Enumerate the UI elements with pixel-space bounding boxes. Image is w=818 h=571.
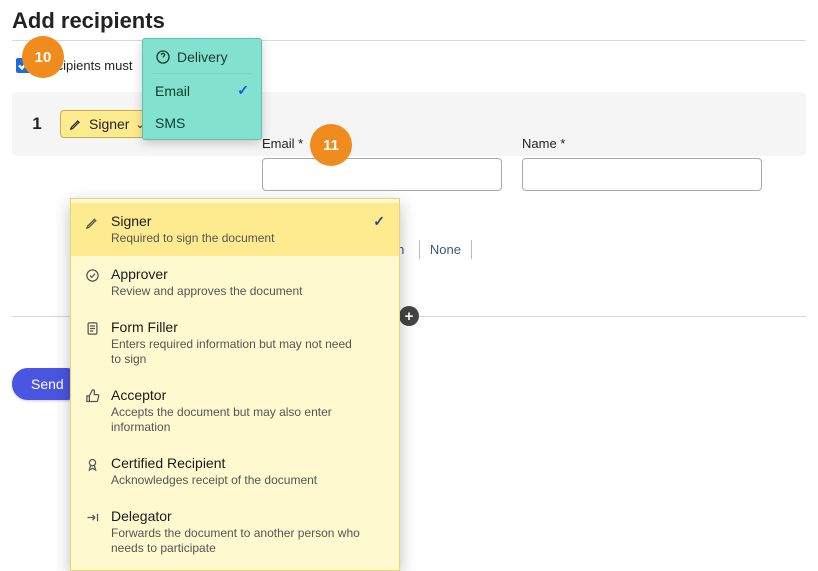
role-desc: Enters required information but may not … <box>111 337 361 367</box>
check-circle-icon <box>85 268 101 299</box>
email-field[interactable] <box>262 158 502 191</box>
role-selector-label: Signer <box>89 116 129 132</box>
delivery-popover-title: Delivery <box>177 49 228 65</box>
role-option-form-filler[interactable]: Form Filler Enters required information b… <box>71 309 399 377</box>
role-name: Delegator <box>111 508 361 524</box>
delivery-option-sms[interactable]: SMS <box>143 107 261 139</box>
role-name: Signer <box>111 213 274 229</box>
role-option-certified-recipient[interactable]: Certified Recipient Acknowledges receipt … <box>71 445 399 498</box>
role-desc: Accepts the document but may also enter … <box>111 405 361 435</box>
annotation-badge-11: 11 <box>314 128 348 162</box>
add-recipient-button[interactable]: + <box>399 306 419 326</box>
role-name: Certified Recipient <box>111 455 317 471</box>
recipient-row: 1 Signer ⌄ ⌄ <box>12 92 806 156</box>
pen-icon <box>85 215 101 246</box>
role-desc: Acknowledges receipt of the document <box>111 473 317 488</box>
form-icon <box>85 321 101 367</box>
annotation-badge-10: 10 <box>26 40 60 74</box>
ribbon-icon <box>85 457 101 488</box>
name-field[interactable] <box>522 158 762 191</box>
help-icon <box>155 49 171 65</box>
role-name: Acceptor <box>111 387 361 403</box>
role-selector-button[interactable]: Signer ⌄ <box>60 110 154 138</box>
role-desc: Required to sign the document <box>111 231 274 246</box>
role-name: Form Filler <box>111 319 361 335</box>
pen-icon <box>69 117 83 131</box>
role-desc: Review and approves the document <box>111 284 302 299</box>
forward-icon <box>85 510 101 556</box>
role-option-signer[interactable]: Signer Required to sign the document <box>71 203 399 256</box>
delivery-option-email[interactable]: Email <box>143 74 261 107</box>
page-title: Add recipients <box>12 8 806 34</box>
role-menu: Signer Required to sign the document Appr… <box>70 198 400 571</box>
role-option-delegator[interactable]: DelegatorForwards the document to anothe… <box>71 498 399 566</box>
thumbs-up-icon <box>85 389 101 435</box>
recipient-number: 1 <box>26 114 48 134</box>
role-name: Approver <box>111 266 302 282</box>
role-option-approver[interactable]: Approver Review and approves the document <box>71 256 399 309</box>
delivery-popover: Delivery Email SMS <box>142 38 262 140</box>
role-option-acceptor[interactable]: Acceptor Accepts the document but may als… <box>71 377 399 445</box>
delivery-popover-header: Delivery <box>143 39 261 73</box>
title-divider <box>12 40 806 41</box>
authentication-value[interactable]: None <box>419 240 472 259</box>
